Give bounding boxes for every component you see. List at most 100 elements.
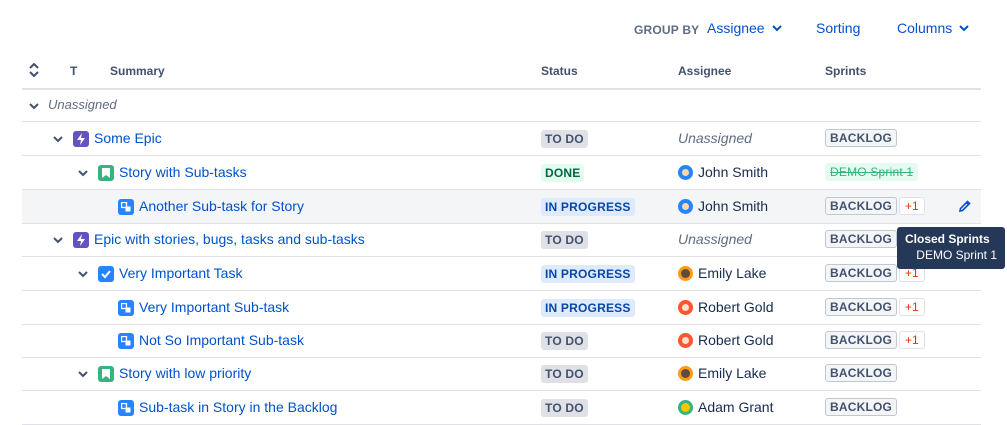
table-header: T Summary Status Assignee Sprints: [22, 58, 981, 90]
sprint-badge[interactable]: BACKLOG: [825, 264, 898, 282]
assignee[interactable]: John Smith: [678, 198, 768, 214]
status-badge[interactable]: IN PROGRESS: [541, 265, 635, 283]
subtask-icon: [118, 333, 134, 349]
column-header-sprints[interactable]: Sprints: [825, 64, 866, 78]
assignee[interactable]: Emily Lake: [678, 365, 766, 381]
issue-summary-link[interactable]: Some Epic: [94, 130, 162, 146]
avatar: [678, 332, 693, 348]
avatar: [678, 164, 693, 180]
assignee[interactable]: Robert Gold: [678, 299, 773, 315]
table-row[interactable]: Not So Important Sub-task TO DO Robert G…: [22, 324, 981, 358]
task-icon: [98, 266, 114, 282]
group-by-dropdown[interactable]: Assignee: [707, 20, 783, 36]
assignee[interactable]: Emily Lake: [678, 265, 766, 281]
chevron-down-icon[interactable]: [77, 268, 89, 280]
story-icon: [98, 165, 114, 181]
chevron-down-icon[interactable]: [28, 100, 40, 112]
columns-dropdown[interactable]: Columns: [897, 20, 970, 36]
assignee[interactable]: Unassigned: [678, 130, 752, 146]
avatar: [678, 299, 693, 315]
sprint-badge[interactable]: BACKLOG: [825, 230, 898, 248]
table-row[interactable]: Some Epic TO DO Unassigned BACKLOG: [22, 122, 981, 156]
subtask-icon: [118, 400, 134, 416]
tooltip-title: Closed Sprints: [905, 232, 990, 246]
subtask-icon: [118, 300, 134, 316]
status-badge[interactable]: DONE: [541, 164, 585, 182]
issue-summary-link[interactable]: Very Important Sub-task: [139, 299, 289, 315]
assignee-name: Emily Lake: [698, 365, 767, 381]
status-badge[interactable]: TO DO: [541, 130, 588, 148]
chevron-down-icon: [959, 25, 969, 32]
columns-label: Columns: [897, 20, 953, 36]
table-row[interactable]: Story with low priority TO DO Emily Lake…: [22, 357, 981, 391]
assignee-name: Unassigned: [678, 231, 752, 247]
column-header-assignee[interactable]: Assignee: [678, 64, 731, 78]
column-header-status[interactable]: Status: [541, 64, 578, 78]
assignee-name: Unassigned: [678, 130, 752, 146]
closed-sprints-count[interactable]: +1: [899, 331, 925, 349]
assignee-name: Robert Gold: [698, 332, 774, 348]
table-row[interactable]: Sub-task in Story in the Backlog TO DO A…: [22, 391, 981, 425]
issue-summary-link[interactable]: Another Sub-task for Story: [139, 198, 304, 214]
assignee-name: Robert Gold: [698, 299, 774, 315]
epic-icon: [73, 131, 89, 147]
avatar: [678, 265, 693, 281]
table-row[interactable]: Another Sub-task for Story IN PROGRESS J…: [22, 190, 981, 224]
issue-summary-link[interactable]: Story with Sub-tasks: [119, 164, 247, 180]
sorting-label: Sorting: [816, 20, 861, 36]
column-header-type[interactable]: T: [70, 64, 77, 78]
status-badge[interactable]: IN PROGRESS: [541, 198, 635, 216]
sprint-badge[interactable]: BACKLOG: [825, 197, 898, 215]
table-row[interactable]: Very Important Sub-task IN PROGRESS Robe…: [22, 291, 981, 325]
sprint-badge[interactable]: BACKLOG: [825, 129, 898, 147]
chevron-down-icon[interactable]: [52, 133, 64, 145]
assignee[interactable]: Robert Gold: [678, 332, 773, 348]
story-icon: [98, 366, 114, 382]
closed-sprints-count[interactable]: +1: [899, 197, 925, 215]
status-badge[interactable]: TO DO: [541, 399, 588, 417]
status-badge[interactable]: TO DO: [541, 365, 588, 383]
chevron-down-icon[interactable]: [77, 368, 89, 380]
sprint-badge-closed[interactable]: DEMO Sprint 1: [825, 163, 919, 181]
group-label: Unassigned: [48, 97, 117, 112]
status-badge[interactable]: TO DO: [541, 231, 588, 249]
issue-summary-link[interactable]: Very Important Task: [119, 265, 242, 281]
avatar: [678, 198, 693, 214]
chevron-down-icon: [771, 25, 782, 32]
chevron-down-icon[interactable]: [77, 167, 89, 179]
group-by-label: GROUP BY: [634, 23, 700, 37]
subtask-icon: [118, 199, 134, 215]
assignee[interactable]: Unassigned: [678, 231, 752, 247]
group-by-value: Assignee: [707, 20, 765, 36]
status-badge[interactable]: IN PROGRESS: [541, 299, 635, 317]
sprint-badge[interactable]: BACKLOG: [825, 331, 898, 349]
issue-summary-link[interactable]: Sub-task in Story in the Backlog: [139, 399, 337, 415]
assignee[interactable]: Adam Grant: [678, 399, 773, 415]
column-header-summary[interactable]: Summary: [110, 64, 165, 78]
assignee-name: Emily Lake: [698, 265, 767, 281]
epic-icon: [73, 232, 89, 248]
issue-summary-link[interactable]: Epic with stories, bugs, tasks and sub-t…: [94, 231, 365, 247]
table-row[interactable]: Very Important Task IN PROGRESS Emily La…: [22, 257, 981, 291]
issue-summary-link[interactable]: Story with low priority: [119, 365, 251, 381]
table-row[interactable]: Story with Sub-tasks DONE John Smith DEM…: [22, 156, 981, 190]
expand-collapse-all-icon[interactable]: [28, 63, 40, 77]
group-row-unassigned[interactable]: Unassigned: [22, 89, 981, 122]
tooltip-body: DEMO Sprint 1: [916, 248, 997, 262]
chevron-down-icon[interactable]: [52, 234, 64, 246]
table-row[interactable]: Epic with stories, bugs, tasks and sub-t…: [22, 223, 981, 257]
assignee-name: John Smith: [698, 164, 769, 180]
assignee-name: Adam Grant: [698, 399, 774, 415]
sprint-badge[interactable]: BACKLOG: [825, 298, 898, 316]
toolbar: GROUP BY Assignee Sorting Columns: [0, 0, 1007, 58]
status-badge[interactable]: TO DO: [541, 332, 588, 350]
closed-sprints-count[interactable]: +1: [899, 298, 925, 316]
sprint-badge[interactable]: BACKLOG: [825, 398, 898, 416]
pencil-icon[interactable]: [957, 198, 973, 214]
assignee[interactable]: John Smith: [678, 164, 768, 180]
issue-summary-link[interactable]: Not So Important Sub-task: [139, 332, 304, 348]
sorting-button[interactable]: Sorting: [816, 20, 860, 36]
sprint-badge[interactable]: BACKLOG: [825, 364, 898, 382]
avatar: [678, 399, 693, 415]
avatar: [678, 365, 693, 381]
